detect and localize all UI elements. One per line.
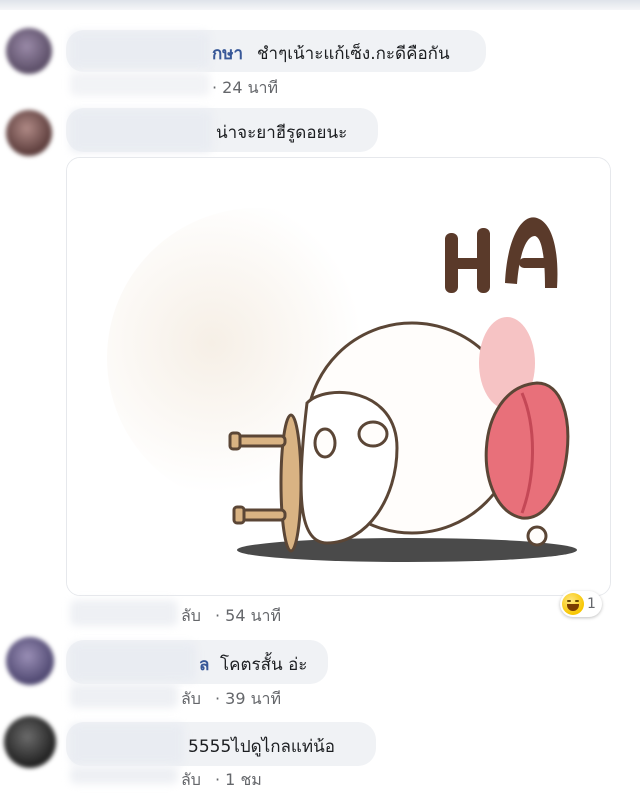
blurred-actions bbox=[70, 684, 178, 708]
comment-text: โคตรสั้น อ่ะ bbox=[220, 655, 308, 675]
author-name[interactable]: ล bbox=[199, 651, 209, 678]
comment-text: น่าจะยาฮีรูดอยนะ bbox=[216, 123, 348, 143]
blurred-author-name bbox=[70, 32, 210, 68]
avatar[interactable] bbox=[6, 637, 54, 685]
reply-link[interactable]: ลับ bbox=[181, 604, 201, 629]
reaction-summary[interactable]: 1 bbox=[560, 591, 602, 617]
haha-reaction-icon bbox=[562, 593, 584, 615]
comment-time[interactable]: · 24 นาที bbox=[212, 76, 278, 101]
reply-link[interactable]: ลับ bbox=[181, 687, 201, 712]
comment-time[interactable]: · 54 นาที bbox=[215, 604, 281, 629]
blurred-author-name bbox=[70, 643, 196, 681]
avatar[interactable] bbox=[6, 28, 52, 74]
avatar[interactable] bbox=[6, 110, 52, 156]
comment-text: ชำๆเน้าะแก้เซ็ง.กะดีคือกัน bbox=[257, 44, 450, 64]
blurred-actions bbox=[70, 766, 178, 784]
comment-text: 5555ไปดูไกลแท่น้อ bbox=[188, 737, 335, 757]
comment-time[interactable]: · 39 นาที bbox=[215, 687, 281, 712]
top-edge bbox=[0, 0, 640, 10]
blurred-author-name bbox=[70, 724, 184, 764]
sticker-image bbox=[67, 158, 610, 595]
author-name[interactable]: กษา bbox=[212, 40, 243, 67]
reaction-count: 1 bbox=[587, 596, 596, 612]
blurred-actions bbox=[70, 72, 210, 96]
blurred-author-name bbox=[70, 110, 212, 152]
sticker-attachment[interactable] bbox=[66, 157, 611, 596]
avatar[interactable] bbox=[4, 716, 56, 768]
blurred-actions bbox=[70, 600, 178, 626]
